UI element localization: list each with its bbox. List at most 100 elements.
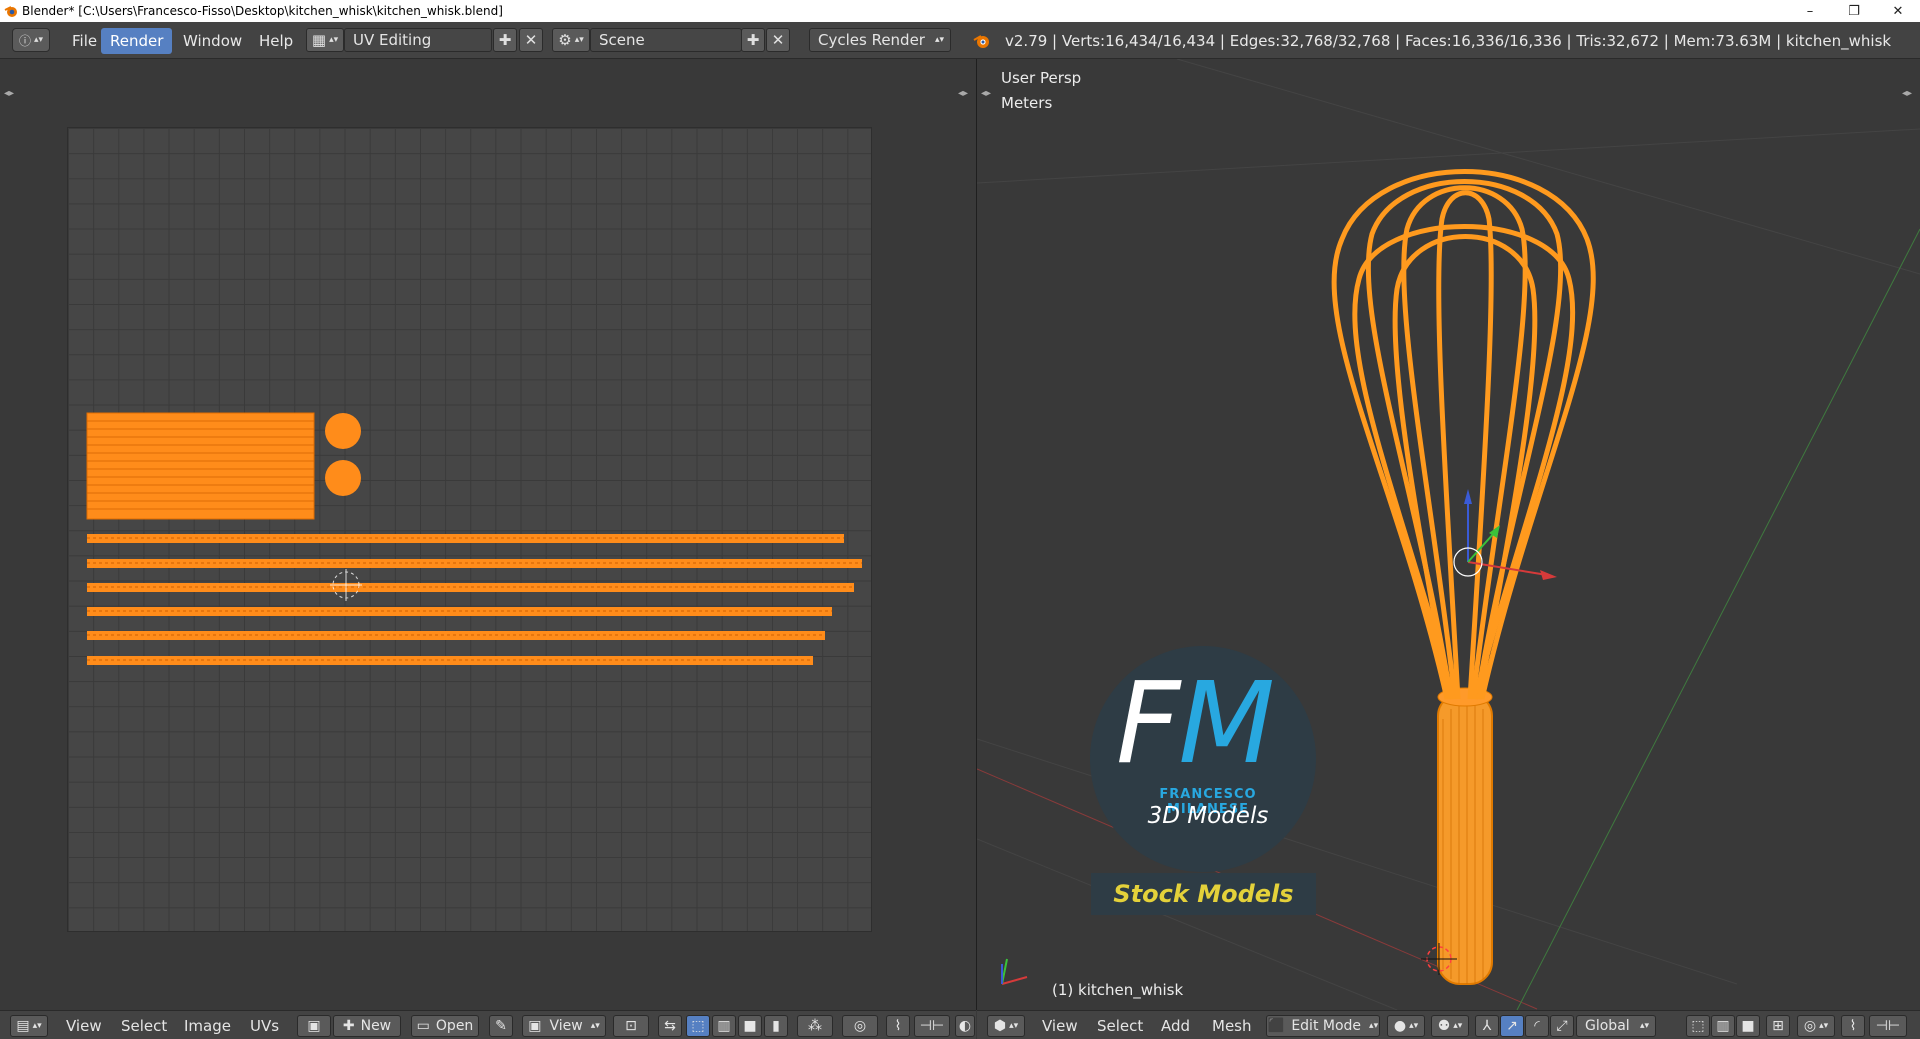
blender-icon <box>973 35 989 48</box>
whisk-wires <box>1331 169 1596 700</box>
face-select-button[interactable]: ■ <box>1736 1015 1760 1037</box>
pivot-button[interactable]: ⊡ <box>613 1015 649 1037</box>
view-name: User Persp <box>1001 69 1082 87</box>
add-scene-button[interactable]: ✚ <box>741 28 765 52</box>
scene-field[interactable]: Scene <box>590 28 742 52</box>
editor-type-button[interactable]: ⬢ ▴▾ <box>987 1015 1025 1037</box>
snap-icon: ⌇ <box>1849 1018 1857 1034</box>
vertex-select-icon: ⬚ <box>691 1018 705 1034</box>
view-mode-dropdown[interactable]: ▣ View ▴▾ <box>522 1015 606 1037</box>
view3d-header: ⬢ ▴▾ View Select Add Mesh ⬛ Edit Mode ▴▾ ● ▴… <box>977 1010 1920 1039</box>
orientation-label: Global <box>1585 1018 1630 1034</box>
pivot-dropdown[interactable]: ⚉ ▴▾ <box>1431 1015 1469 1037</box>
snap-element-icon: ⊣⊢ <box>919 1018 945 1034</box>
delete-scene-button[interactable]: ✕ <box>766 28 790 52</box>
sync-selection-button[interactable]: ⇆ <box>658 1015 682 1037</box>
uv-island-cap-bottom <box>325 460 361 496</box>
menu-render[interactable]: Render <box>101 28 173 54</box>
snap-element-button[interactable]: ⊣⊢ <box>1869 1015 1907 1037</box>
sphere-shading-icon: ● <box>1393 1018 1407 1034</box>
manipulator-toggle[interactable]: ⅄ <box>1475 1015 1499 1037</box>
snap-element-button[interactable]: ⊣⊢ <box>914 1015 950 1037</box>
close-window-button[interactable]: ✕ <box>1876 0 1920 22</box>
snap-button[interactable]: ⌇ <box>886 1015 910 1037</box>
chevron-updown-icon: ▴▾ <box>33 35 44 45</box>
menu-help[interactable]: Help <box>250 28 302 54</box>
pivot-icon: ⚉ <box>1437 1018 1451 1034</box>
pin-button[interactable]: ✎ <box>489 1015 513 1037</box>
view3d-editor-icon: ⬢ <box>993 1018 1007 1034</box>
layout-browse-button[interactable]: ▦ ▴▾ <box>306 28 344 52</box>
shading-dropdown[interactable]: ● ▴▾ <box>1387 1015 1425 1037</box>
scene-browse-button[interactable]: ⚙ ▴▾ <box>552 28 590 52</box>
delete-layout-button[interactable]: ✕ <box>519 28 543 52</box>
add-layout-button[interactable]: ✚ <box>493 28 517 52</box>
translate-icon: ↗ <box>1506 1018 1518 1034</box>
window-title: Blender* [C:\Users\Francesco-Fisso\Deskt… <box>22 4 503 18</box>
snap-icon: ⌇ <box>894 1018 902 1034</box>
uv-menu-view[interactable]: View <box>66 1015 102 1037</box>
render-engine-dropdown[interactable]: Cycles Render ▴▾ <box>809 28 951 52</box>
orientation-dropdown[interactable]: Global ▴▾ <box>1576 1015 1656 1037</box>
menu-file[interactable]: File <box>63 28 106 54</box>
minimize-button[interactable]: – <box>1788 0 1832 22</box>
image-browse-button[interactable]: ▣ <box>297 1015 331 1037</box>
face-select-button[interactable]: ■ <box>738 1015 762 1037</box>
edit-mode-icon: ⬛ <box>1267 1018 1286 1034</box>
menu-window[interactable]: Window <box>174 28 251 54</box>
vertex-select-button[interactable]: ⬚ <box>686 1015 710 1037</box>
snap-button[interactable]: ⌇ <box>1841 1015 1865 1037</box>
scene-stats: v2.79 | Verts:16,434/16,434 | Edges:32,7… <box>1005 32 1892 50</box>
view3d-menu-select[interactable]: Select <box>1097 1015 1143 1037</box>
view3d-menu-view[interactable]: View <box>1042 1015 1078 1037</box>
editor-type-button[interactable]: ⓘ ▴▾ <box>12 28 50 52</box>
uv-image-editor[interactable]: ◂▸ ◂▸ <box>0 59 976 1010</box>
uv-menu-select[interactable]: Select <box>121 1015 167 1037</box>
scene-icon: ⚙ <box>558 31 572 49</box>
snap-element-icon: ⊣⊢ <box>1875 1018 1901 1034</box>
uv-menu-uvs[interactable]: UVs <box>250 1015 279 1037</box>
render-engine-label: Cycles Render <box>818 31 925 49</box>
editor-type-button[interactable]: ▤ ▴▾ <box>10 1015 48 1037</box>
edge-select-icon: ▥ <box>717 1018 731 1034</box>
rotate-manipulator[interactable]: ◜ <box>1525 1015 1549 1037</box>
blender-icon <box>4 6 17 17</box>
scale-manipulator[interactable]: ⤢ <box>1550 1015 1574 1037</box>
view3d-menu-mesh[interactable]: Mesh <box>1212 1015 1252 1037</box>
3d-viewport[interactable]: ◂▸ ◂▸ User Persp Meters (1) kitchen_whis… <box>977 59 1920 1010</box>
layout-icon: ▦ <box>311 31 327 49</box>
view3d-menu-add[interactable]: Add <box>1161 1015 1190 1037</box>
uv-menu-image[interactable]: Image <box>184 1015 231 1037</box>
edge-select-icon: ▥ <box>1716 1018 1730 1034</box>
scale-icon: ⤢ <box>1556 1018 1568 1034</box>
sync-icon: ⇆ <box>664 1018 676 1034</box>
mode-dropdown[interactable]: ⬛ Edit Mode ▴▾ <box>1266 1015 1380 1037</box>
maximize-button[interactable]: ❐ <box>1832 0 1876 22</box>
new-image-button[interactable]: ✚ New <box>333 1015 401 1037</box>
open-image-button[interactable]: ▭ Open <box>411 1015 479 1037</box>
occlude-icon: ⊞ <box>1772 1018 1784 1034</box>
edge-select-button[interactable]: ▥ <box>712 1015 736 1037</box>
logo-subtitle: 3D Models <box>1147 803 1269 829</box>
island-select-button[interactable]: ▮ <box>764 1015 788 1037</box>
pin-icon: ✎ <box>495 1018 507 1034</box>
vertex-select-icon: ⬚ <box>1691 1018 1705 1034</box>
proportional-edit-button[interactable]: ◎ <box>842 1015 878 1037</box>
object-label: (1) kitchen_whisk <box>1052 981 1184 999</box>
render-slot-button[interactable]: ◐ <box>955 1015 975 1037</box>
proportional-icon: ◎ <box>853 1018 867 1034</box>
face-select-icon: ■ <box>1741 1018 1755 1034</box>
proportional-edit-button[interactable]: ◎ ▴▾ <box>1797 1015 1835 1037</box>
view-mode-label: View <box>549 1018 583 1034</box>
new-label: New <box>360 1018 392 1034</box>
sticky-icon: ⁂ <box>808 1018 822 1034</box>
translate-manipulator[interactable]: ↗ <box>1500 1015 1524 1037</box>
screen-layout-field[interactable]: UV Editing <box>344 28 492 52</box>
vertex-select-button[interactable]: ⬚ <box>1686 1015 1710 1037</box>
occlude-geometry-button[interactable]: ⊞ <box>1766 1015 1790 1037</box>
2d-cursor-icon <box>330 569 362 601</box>
add-icon: ✚ <box>342 1018 355 1034</box>
sticky-mode-button[interactable]: ⁂ <box>797 1015 833 1037</box>
edge-select-button[interactable]: ▥ <box>1711 1015 1735 1037</box>
add-icon: ✚ <box>498 31 512 49</box>
